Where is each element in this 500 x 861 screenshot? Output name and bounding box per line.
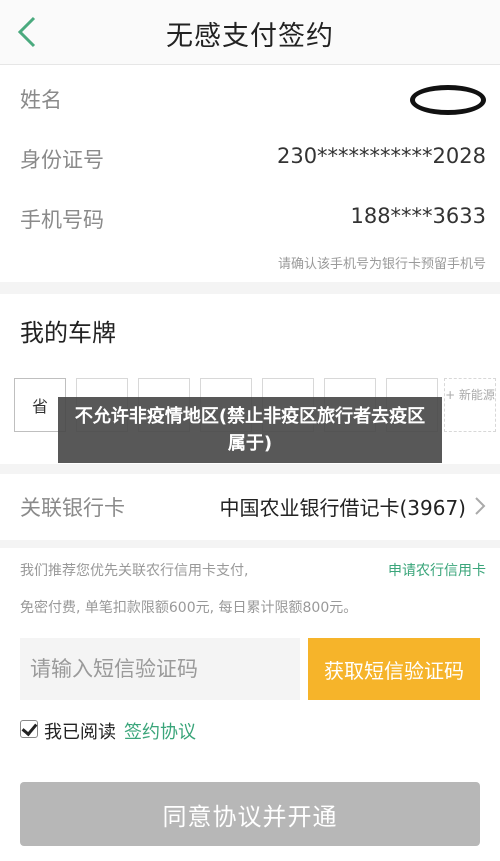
plate-section-title: 我的车牌 [20,319,116,347]
chevron-right-icon [475,497,486,515]
agreement-checkbox[interactable] [20,719,38,738]
phone-row: 手机号码 188****3633 [0,190,500,248]
page-title: 无感支付签约 [166,21,334,52]
bank-card-value: 中国农业银行借记卡(3967) [219,496,466,520]
phone-hint: 请确认该手机号为银行卡预留手机号 [277,257,486,272]
caption-text: 不允许非疫情地区(禁止非疫区旅行者去疫区属于) [74,406,426,454]
new-energy-plate-box[interactable]: + 新能源 [444,378,496,432]
linked-bank-card-row[interactable]: 关联银行卡 中国农业银行借记卡(3967) [0,480,500,530]
apply-credit-card-link[interactable]: 申请农行信用卡 [388,560,486,580]
id-number-value: 230***********2028 [276,144,486,168]
promo-text-line2: 免密付费, 单笔扣款限额600元, 每日累计限额800元。 [20,600,358,616]
new-energy-label: + 新能源 [445,388,495,402]
phone-label: 手机号码 [20,208,104,232]
agreement-link[interactable]: 签约协议 [124,718,196,744]
id-number-label: 身份证号 [20,148,104,172]
promo-text-line1: 我们推荐您优先关联农行信用卡支付, [20,563,249,579]
sms-code-input[interactable] [20,638,300,700]
top-nav-bar: 无感支付签约 [0,0,500,65]
caption-overlay: 不允许非疫情地区(禁止非疫区旅行者去疫区属于) [58,397,442,463]
get-sms-code-button[interactable]: 获取短信验证码 [308,638,480,700]
section-divider [0,540,500,548]
section-divider [0,282,500,294]
agree-and-activate-button[interactable]: 同意协议并开通 [20,782,480,846]
id-number-row: 身份证号 230***********2028 [0,130,500,188]
checkmark-icon [21,719,38,737]
phone-value: 188****3633 [350,204,486,228]
bank-card-label: 关联银行卡 [20,496,125,520]
name-redaction-mark [410,85,486,115]
name-label: 姓名 [20,88,62,112]
agreement-text: 我已阅读 [44,722,116,743]
section-divider [0,464,500,474]
